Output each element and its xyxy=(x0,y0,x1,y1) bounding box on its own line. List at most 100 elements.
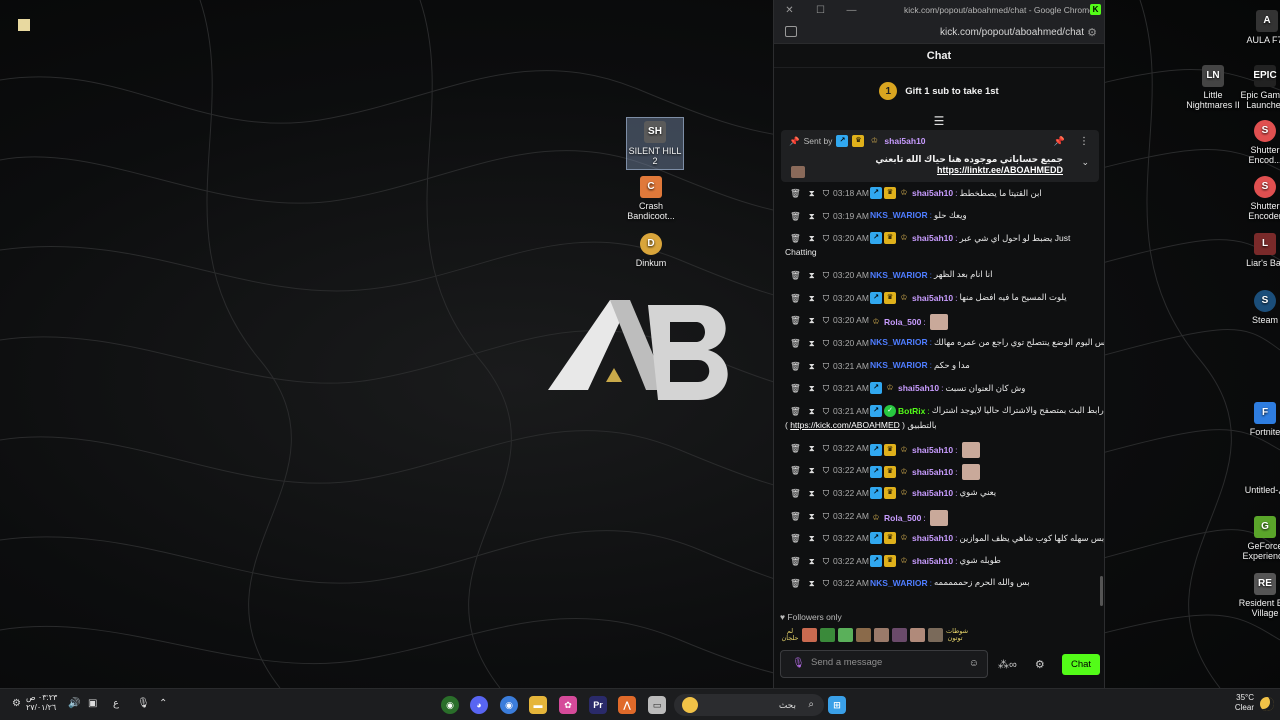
timeout-icon[interactable]: ⧗ xyxy=(809,443,815,454)
desktop-icon-geforce[interactable]: G GeForce Experience xyxy=(1236,516,1280,561)
timeout-icon[interactable]: ⧗ xyxy=(809,406,815,417)
shield-icon[interactable]: ⛉ xyxy=(823,383,829,394)
trash-icon[interactable]: 🗑 xyxy=(790,188,801,199)
emote-5[interactable] xyxy=(874,628,889,642)
trash-icon[interactable]: 🗑 xyxy=(790,465,801,476)
timeout-icon[interactable]: ⧗ xyxy=(809,188,815,199)
message-username[interactable]: Rola_500 xyxy=(884,317,921,327)
emote-7[interactable] xyxy=(910,628,925,642)
timeout-icon[interactable]: ⧗ xyxy=(809,556,815,567)
trash-icon[interactable]: 🗑 xyxy=(790,406,801,417)
scrollbar-thumb[interactable] xyxy=(1100,576,1103,606)
timeout-icon[interactable]: ⧗ xyxy=(809,315,815,326)
chrome-taskbar-icon[interactable]: ◉ xyxy=(441,696,459,714)
timeout-icon[interactable]: ⧗ xyxy=(809,361,815,372)
timeout-icon[interactable]: ⧗ xyxy=(809,511,815,522)
trash-icon[interactable]: 🗑 xyxy=(790,293,801,304)
app-icon[interactable]: ⋀ xyxy=(618,696,636,714)
emote-8[interactable] xyxy=(928,628,943,642)
trash-icon[interactable]: 🗑 xyxy=(790,338,801,349)
trash-icon[interactable]: 🗑 xyxy=(790,383,801,394)
desktop-icon-aula-f75[interactable]: A AULA F75 xyxy=(1238,10,1280,45)
timeout-icon[interactable]: ⧗ xyxy=(809,383,815,394)
shield-icon[interactable]: ⛉ xyxy=(823,211,829,222)
message-username[interactable]: shai5ah10 xyxy=(912,533,953,543)
message-username[interactable]: NKS_WARIOR xyxy=(870,210,928,220)
shield-icon[interactable]: ⛉ xyxy=(823,556,829,567)
timeout-icon[interactable]: ⧗ xyxy=(809,578,815,589)
shield-icon[interactable]: ⛉ xyxy=(823,511,829,522)
shield-icon[interactable]: ⛉ xyxy=(823,465,829,476)
timeout-icon[interactable]: ⧗ xyxy=(809,533,815,544)
message-username[interactable]: shai5ah10 xyxy=(912,467,953,477)
gift-sub-banner[interactable]: 1 Gift 1 sub to take 1st xyxy=(774,68,1104,114)
message-input-box[interactable]: 🎙 ☺ xyxy=(780,650,988,678)
tray-clock[interactable]: ٠٣:٢٣ ص ٢٧/٠١/٢٦ xyxy=(26,693,57,713)
language-indicator[interactable]: ع xyxy=(113,698,119,709)
shield-icon[interactable]: ⛉ xyxy=(823,578,829,589)
start-windows-icon[interactable]: ⊞ xyxy=(828,696,846,714)
shield-icon[interactable]: ⛉ xyxy=(823,338,829,349)
chrome-2-taskbar-icon[interactable]: ◉ xyxy=(500,696,518,714)
settings-gear-icon[interactable]: ⚙ xyxy=(1035,658,1045,671)
minimize-button[interactable]: — xyxy=(836,5,867,16)
microphone-icon[interactable]: 🎙 xyxy=(792,658,805,669)
desktop-file-icon[interactable] xyxy=(18,19,30,31)
trash-icon[interactable]: 🗑 xyxy=(790,315,801,326)
shield-icon[interactable]: ⛉ xyxy=(823,270,829,281)
trash-icon[interactable]: 🗑 xyxy=(790,361,801,372)
message-username[interactable]: BotRix xyxy=(898,406,925,416)
desktop-icon-liars-bar[interactable]: L Liar's Bar xyxy=(1236,233,1280,268)
message-username[interactable]: shai5ah10 xyxy=(912,488,953,498)
maximize-button[interactable]: ☐ xyxy=(805,5,836,16)
timeout-icon[interactable]: ⧗ xyxy=(809,211,815,222)
message-username[interactable]: NKS_WARIOR xyxy=(870,360,928,370)
trash-icon[interactable]: 🗑 xyxy=(790,578,801,589)
emote-1[interactable] xyxy=(802,628,817,642)
emote-6[interactable] xyxy=(892,628,907,642)
message-username[interactable]: shai5ah10 xyxy=(912,556,953,566)
emote-2[interactable] xyxy=(820,628,835,642)
timeout-icon[interactable]: ⧗ xyxy=(809,465,815,476)
trash-icon[interactable]: 🗑 xyxy=(790,211,801,222)
photos-icon[interactable]: ✿ xyxy=(559,696,577,714)
trash-icon[interactable]: 🗑 xyxy=(790,556,801,567)
message-username[interactable]: NKS_WARIOR xyxy=(870,337,928,347)
site-info-icon[interactable] xyxy=(785,26,797,37)
more-options-icon[interactable]: ⋮ xyxy=(1079,136,1089,147)
trash-icon[interactable]: 🗑 xyxy=(790,533,801,544)
pinned-link[interactable]: https://linktr.ee/ABOAHMEDD xyxy=(937,165,1063,175)
settings-icon[interactable]: ⚙ xyxy=(12,698,21,709)
window-icon[interactable]: ▭ xyxy=(648,696,666,714)
desktop-icon-resident-evil[interactable]: RE Resident Evil Village xyxy=(1236,573,1280,618)
tune-icon[interactable]: ⚙ xyxy=(1087,26,1097,39)
trash-icon[interactable]: 🗑 xyxy=(790,443,801,454)
shield-icon[interactable]: ⛉ xyxy=(823,533,829,544)
shield-icon[interactable]: ⛉ xyxy=(823,443,829,454)
trash-icon[interactable]: 🗑 xyxy=(790,270,801,281)
message-username[interactable]: Rola_500 xyxy=(884,513,921,523)
desktop-icon-shutter-encoder-2[interactable]: S Shutter Encoder xyxy=(1236,176,1280,221)
discord-taskbar-icon[interactable]: ◕ xyxy=(470,696,488,714)
desktop-icon-crash-bandicoot[interactable]: C Crash Bandicoot... xyxy=(622,176,680,221)
message-username[interactable]: shai5ah10 xyxy=(912,188,953,198)
trash-icon[interactable]: 🗑 xyxy=(790,233,801,244)
shield-icon[interactable]: ⛉ xyxy=(823,188,829,199)
shield-icon[interactable]: ⛉ xyxy=(823,293,829,304)
desktop-icon-untitled[interactable]: Untitled-ي xyxy=(1236,460,1280,495)
shield-icon[interactable]: ⛉ xyxy=(823,315,829,326)
volume-icon[interactable]: 🔊 xyxy=(68,698,80,709)
timeout-icon[interactable]: ⧗ xyxy=(809,338,815,349)
taskbar-search[interactable]: بحث ⌕ xyxy=(674,694,824,716)
desktop-icon-epic-games[interactable]: EPIC Epic Games Launcher xyxy=(1236,65,1280,110)
emote-4[interactable] xyxy=(856,628,871,642)
url-text[interactable]: kick.com/popout/aboahmed/chat xyxy=(940,27,1084,38)
pin-toggle-icon[interactable]: 📌 xyxy=(1054,136,1065,147)
timeout-icon[interactable]: ⧗ xyxy=(809,233,815,244)
send-chat-button[interactable]: Chat xyxy=(1062,654,1100,675)
shield-icon[interactable]: ⛉ xyxy=(823,361,829,372)
message-link[interactable]: https://kick.com/ABOAHMED xyxy=(790,420,900,430)
trash-icon[interactable]: 🗑 xyxy=(790,511,801,522)
chat-messages-list[interactable]: 🗑 ⧗ ⛉ 03:18 AM ↗ ♛ ♔ shai5ah10: ابن القتيتا ما ي… xyxy=(774,183,1104,605)
close-button[interactable]: ✕ xyxy=(774,5,805,16)
